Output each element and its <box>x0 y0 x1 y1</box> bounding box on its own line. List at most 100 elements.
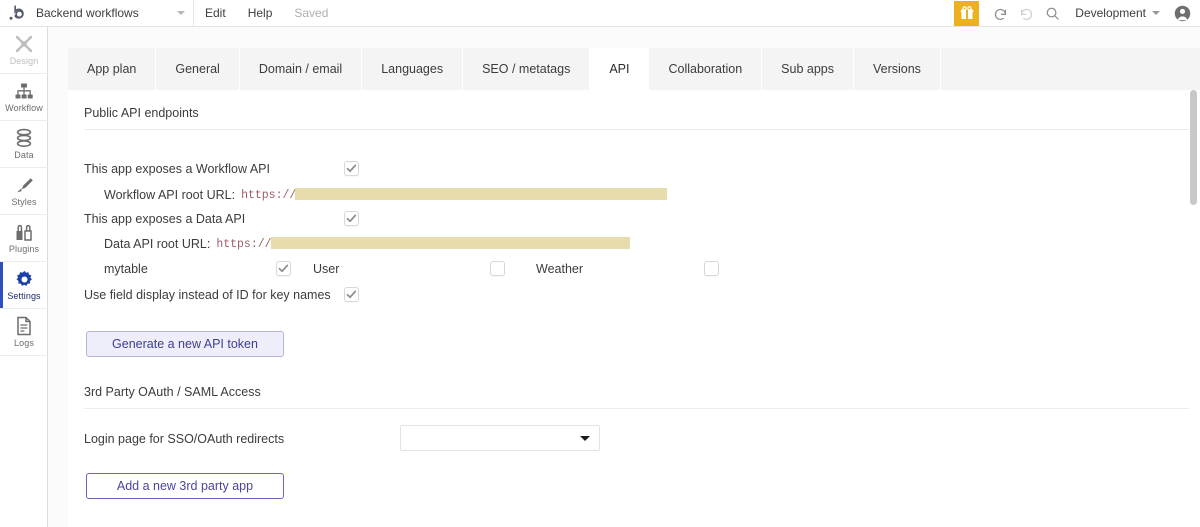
plugins-icon <box>14 222 34 242</box>
redacted-url-highlight <box>270 237 630 249</box>
chevron-down-icon <box>580 436 590 441</box>
scrollbar-thumb[interactable] <box>1190 90 1197 205</box>
app-name-label: Backend workflows <box>36 6 139 20</box>
check-icon <box>346 214 357 223</box>
data-api-label: This app exposes a Data API <box>84 212 246 226</box>
sidebar-item-workflow[interactable]: Workflow <box>0 74 48 121</box>
oauth-section: 3rd Party OAuth / SAML Access <box>68 385 1200 409</box>
save-status-label: Saved <box>294 5 329 20</box>
checkbox-box <box>490 261 505 276</box>
checkbox-box <box>344 161 359 176</box>
tab-general[interactable]: General <box>156 48 240 90</box>
workflow-api-url-row: Workflow API root URL: https:// <box>104 188 668 202</box>
add-3rd-party-app-button[interactable]: Add a new 3rd party app <box>86 473 284 499</box>
version-label: Development <box>1075 6 1146 20</box>
redo-icon[interactable] <box>1013 0 1039 27</box>
login-page-row: Login page for SSO/OAuth redirects <box>84 432 284 446</box>
generate-api-token-button[interactable]: Generate a new API token <box>86 331 284 357</box>
workflow-api-label: This app exposes a Workflow API <box>84 162 270 176</box>
field-display-row: Use field display instead of ID for key … <box>84 288 331 302</box>
sidebar-item-label: Design <box>9 56 39 66</box>
chevron-down-icon <box>177 11 185 15</box>
tab-collaboration[interactable]: Collaboration <box>649 48 763 90</box>
data-api-url-value[interactable]: https:// <box>216 238 271 251</box>
checkbox-box <box>344 287 359 302</box>
gift-icon[interactable] <box>954 0 980 26</box>
workflow-api-url-value[interactable]: https:// <box>241 189 296 202</box>
app-name-dropdown[interactable]: Backend workflows <box>34 0 194 27</box>
table-checkbox-mytable[interactable] <box>276 261 291 276</box>
sidebar-item-styles[interactable]: Styles <box>0 168 48 215</box>
workflow-tree-icon <box>14 81 34 101</box>
tab-domain-email[interactable]: Domain / email <box>239 48 363 90</box>
login-page-label: Login page for SSO/OAuth redirects <box>84 432 285 446</box>
data-api-checkbox[interactable] <box>344 211 359 226</box>
table-name-label: Weather <box>536 262 584 276</box>
field-display-checkbox[interactable] <box>344 287 359 302</box>
sidebar-item-settings[interactable]: Settings <box>0 262 48 309</box>
design-tools-icon <box>14 34 34 54</box>
section-divider <box>84 129 1192 130</box>
data-api-row: This app exposes a Data API <box>84 212 245 226</box>
sidebar-item-label: Styles <box>11 197 37 207</box>
paintbrush-icon <box>14 175 34 195</box>
user-avatar-icon[interactable] <box>1168 0 1196 27</box>
undo-icon[interactable] <box>987 0 1013 27</box>
add-3rd-party-row: Add a new 3rd party app <box>86 473 284 499</box>
table-name-label: User <box>313 262 340 276</box>
tabstrip-filler <box>940 48 1200 90</box>
version-dropdown[interactable]: Development <box>1065 6 1168 20</box>
table-checkbox-user[interactable] <box>490 261 505 276</box>
left-sidebar: Design Workflow Data Styles Plugins Sett… <box>0 27 48 527</box>
settings-tabs: App plan General Domain / email Language… <box>68 48 1200 90</box>
top-toolbar: Backend workflows Edit Help Saved Develo… <box>0 0 1200 27</box>
search-icon[interactable] <box>1039 0 1065 27</box>
oauth-heading: 3rd Party OAuth / SAML Access <box>84 385 261 399</box>
tab-sub-apps[interactable]: Sub apps <box>762 48 854 90</box>
document-lines-icon <box>15 316 33 336</box>
workflow-api-checkbox[interactable] <box>344 161 359 176</box>
table-row-mytable: mytable <box>104 262 148 276</box>
tab-languages[interactable]: Languages <box>362 48 464 90</box>
sidebar-item-label: Logs <box>14 338 34 348</box>
generate-token-row: Generate a new API token <box>86 331 284 357</box>
database-icon <box>14 128 34 148</box>
tab-versions[interactable]: Versions <box>853 48 941 90</box>
sidebar-item-label: Plugins <box>8 244 40 254</box>
login-page-dropdown[interactable] <box>400 425 600 451</box>
bubble-logo-icon[interactable] <box>0 0 34 27</box>
sidebar-item-logs[interactable]: Logs <box>0 309 48 356</box>
sidebar-item-plugins[interactable]: Plugins <box>0 215 48 262</box>
sidebar-item-data[interactable]: Data <box>0 121 48 168</box>
tab-seo-metatags[interactable]: SEO / metatags <box>463 48 591 90</box>
checkbox-box <box>344 211 359 226</box>
sidebar-item-label: Workflow <box>5 103 43 113</box>
gear-icon <box>15 269 34 289</box>
redacted-url-highlight <box>295 188 668 200</box>
check-icon <box>346 290 357 299</box>
table-row-user: User <box>313 262 339 276</box>
workflow-api-url-label: Workflow API root URL: <box>104 188 236 202</box>
tab-api[interactable]: API <box>590 48 650 90</box>
sidebar-item-design[interactable]: Design <box>0 27 48 74</box>
data-api-url-row: Data API root URL: https:// <box>104 237 630 251</box>
section-divider <box>84 408 1192 409</box>
check-icon <box>278 264 289 273</box>
checkbox-box <box>704 261 719 276</box>
data-api-url-label: Data API root URL: <box>104 237 211 251</box>
chevron-down-icon <box>1152 11 1160 15</box>
tab-app-plan[interactable]: App plan <box>68 48 157 90</box>
workflow-api-row: This app exposes a Workflow API <box>84 162 270 176</box>
menu-item-help[interactable]: Help <box>237 0 284 27</box>
api-settings-content: Public API endpoints This app exposes a … <box>68 90 1200 527</box>
bubble-editor-window: Backend workflows Edit Help Saved Develo… <box>0 0 1200 527</box>
top-toolbar-right: Development <box>954 0 1200 27</box>
table-checkbox-weather[interactable] <box>704 261 719 276</box>
check-icon <box>346 164 357 173</box>
sidebar-item-label: Data <box>14 150 34 160</box>
sidebar-item-label: Settings <box>7 291 41 301</box>
vertical-scrollbar[interactable] <box>1189 90 1199 527</box>
table-name-label: mytable <box>104 262 148 276</box>
settings-panel: App plan General Domain / email Language… <box>48 27 1200 527</box>
menu-item-edit[interactable]: Edit <box>194 0 237 27</box>
